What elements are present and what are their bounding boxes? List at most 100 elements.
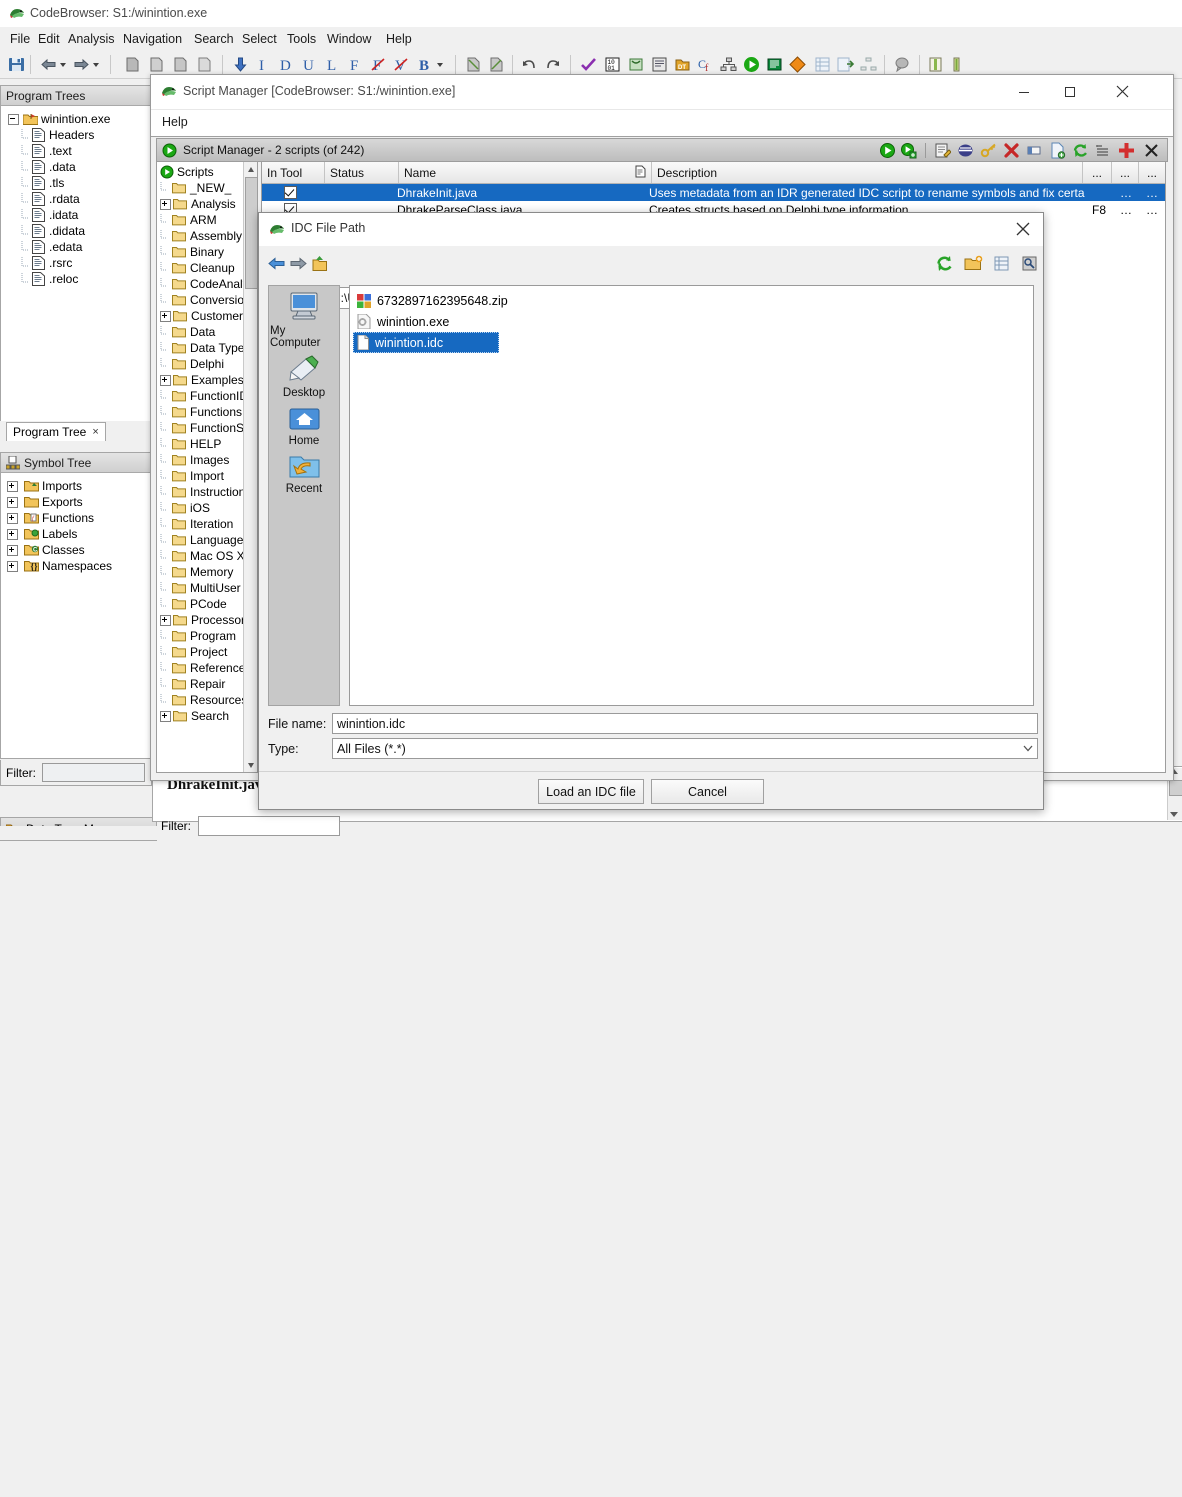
script-category-functions[interactable]: Functions [157, 404, 257, 420]
paste-icon[interactable] [147, 55, 166, 74]
program-tree-node-rdata[interactable]: .rdata [1, 191, 151, 207]
up-folder-icon[interactable] [311, 254, 328, 273]
maximize-icon[interactable] [1047, 75, 1093, 108]
script-category-delphi[interactable]: Delphi [157, 356, 257, 372]
scroll-thumb[interactable] [245, 177, 258, 289]
program-tree-node-rsrc[interactable]: .rsrc [1, 255, 151, 271]
column-in-tool[interactable]: In Tool [262, 162, 325, 183]
tree-icon[interactable] [859, 55, 878, 74]
program-tree-node-headers[interactable]: Headers [1, 127, 151, 143]
symbol-tree-node-labels[interactable]: Labels [1, 526, 151, 542]
expander-plus-icon[interactable] [7, 529, 18, 540]
expander-plus-icon[interactable] [160, 199, 171, 210]
diff-icon[interactable] [464, 55, 483, 74]
menu-file[interactable]: File [5, 31, 35, 47]
column-name[interactable]: Name [399, 162, 652, 183]
disassembler-icon[interactable] [765, 55, 784, 74]
symbol-tree-node-exports[interactable]: Exports [1, 494, 151, 510]
script-category-iteration[interactable]: Iteration [157, 516, 257, 532]
down-arrow-icon[interactable] [231, 55, 250, 74]
back-arrow-icon[interactable] [39, 55, 58, 74]
script-manager-icon[interactable] [650, 55, 669, 74]
script-category-ios[interactable]: iOS [157, 500, 257, 516]
toggle-left-icon[interactable] [926, 55, 945, 74]
rename-script-icon[interactable] [1026, 142, 1043, 159]
program-tree-tabstrip[interactable]: Program Tree × [0, 421, 150, 441]
run-icon[interactable] [742, 55, 761, 74]
script-category-memory[interactable]: Memory [157, 564, 257, 580]
run-script-last-icon[interactable] [900, 142, 917, 159]
save-icon[interactable] [7, 55, 26, 74]
copy-icon[interactable] [123, 55, 142, 74]
letter-l-icon[interactable]: L [323, 55, 342, 74]
bytes-viewer-icon[interactable]: 1001 [603, 55, 622, 74]
script-category-macosx[interactable]: Mac OS X [157, 548, 257, 564]
expander-plus-icon[interactable] [160, 311, 171, 322]
scroll-thumb[interactable] [1169, 780, 1182, 796]
script-category-new[interactable]: _NEW_ [157, 180, 257, 196]
script-category-import[interactable]: Import [157, 468, 257, 484]
main-menubar[interactable]: File Edit Analysis Navigation Search Sel… [0, 28, 1182, 50]
tab-program-tree[interactable]: Program Tree × [6, 422, 106, 441]
menu-window[interactable]: Window [322, 31, 376, 47]
forward-dropdown-icon[interactable] [93, 63, 99, 67]
script-category-binary[interactable]: Binary [157, 244, 257, 260]
table-row[interactable]: DhrakeInit.javaUses metadata from an IDR… [262, 184, 1165, 201]
script-category-datatypes[interactable]: Data Types [157, 340, 257, 356]
script-category-instructions[interactable]: Instructions [157, 484, 257, 500]
shortcut-my-computer[interactable]: My Computer [270, 292, 338, 349]
script-category-analysis[interactable]: Analysis [157, 196, 257, 212]
expander-plus-icon[interactable] [7, 497, 18, 508]
type-select[interactable]: All Files (*.*) [332, 738, 1038, 759]
menu-help[interactable]: Help [381, 31, 417, 47]
script-directories-icon[interactable] [1095, 142, 1112, 159]
program-tree-node-edata[interactable]: .edata [1, 239, 151, 255]
function-graph-icon[interactable]: Cf [696, 55, 715, 74]
data-type-manager-icon[interactable]: DT [673, 55, 692, 74]
scroll-down-icon[interactable] [244, 758, 257, 772]
function-call-tree-icon[interactable] [719, 55, 738, 74]
table-export-icon[interactable] [836, 55, 855, 74]
highlight-icon[interactable] [788, 55, 807, 74]
letter-u-icon[interactable]: U [300, 55, 319, 74]
script-category-program[interactable]: Program [157, 628, 257, 644]
close-icon[interactable] [1099, 75, 1145, 108]
close-icon[interactable] [1143, 142, 1160, 159]
delete-script-icon[interactable] [1003, 142, 1020, 159]
script-category-pcode[interactable]: PCode [157, 596, 257, 612]
expander-plus-icon[interactable] [7, 513, 18, 524]
list-item[interactable]: winintion.exe [353, 311, 1030, 332]
script-category-data[interactable]: Data [157, 324, 257, 340]
script-category-conversion[interactable]: Conversion [157, 292, 257, 308]
refresh-icon[interactable] [1072, 142, 1089, 159]
eclipse-edit-icon[interactable] [957, 142, 974, 159]
shortcut-recent[interactable]: Recent [270, 453, 338, 495]
menu-tools[interactable]: Tools [282, 31, 321, 47]
script-category-project[interactable]: Project [157, 644, 257, 660]
script-filter-input[interactable] [198, 816, 340, 836]
table-icon[interactable] [813, 55, 832, 74]
file-list[interactable]: 6732897162395648.zip winintion.exe winin… [349, 285, 1034, 706]
minimize-icon[interactable] [1001, 75, 1047, 108]
script-category-references[interactable]: References [157, 660, 257, 676]
expander-plus-icon[interactable] [7, 561, 18, 572]
toggle-right-icon[interactable] [947, 55, 966, 74]
shortcut-sidebar[interactable]: My Computer Desktop Home Recent [268, 285, 340, 706]
letter-v-strike-icon[interactable]: V [392, 55, 411, 74]
symbol-tree-node-classes[interactable]: CClasses [1, 542, 151, 558]
list-item[interactable]: 6732897162395648.zip [353, 290, 1030, 311]
menu-navigation[interactable]: Navigation [118, 31, 187, 47]
program-tree-node-data[interactable]: .data [1, 159, 151, 175]
load-idc-file-button[interactable]: Load an IDC file [538, 779, 644, 804]
menu-search[interactable]: Search [189, 31, 239, 47]
column-key-binding[interactable]: ... [1083, 162, 1112, 183]
column-description[interactable]: Description [652, 162, 1083, 183]
shortcut-home[interactable]: Home [270, 405, 338, 447]
options-icon[interactable] [1020, 254, 1039, 273]
script-category-images[interactable]: Images [157, 452, 257, 468]
script-category-arm[interactable]: ARM [157, 212, 257, 228]
menu-help[interactable]: Help [162, 115, 188, 129]
new-script-icon[interactable] [1049, 142, 1066, 159]
close-icon[interactable] [1016, 222, 1030, 236]
new-folder-icon[interactable] [964, 254, 983, 273]
